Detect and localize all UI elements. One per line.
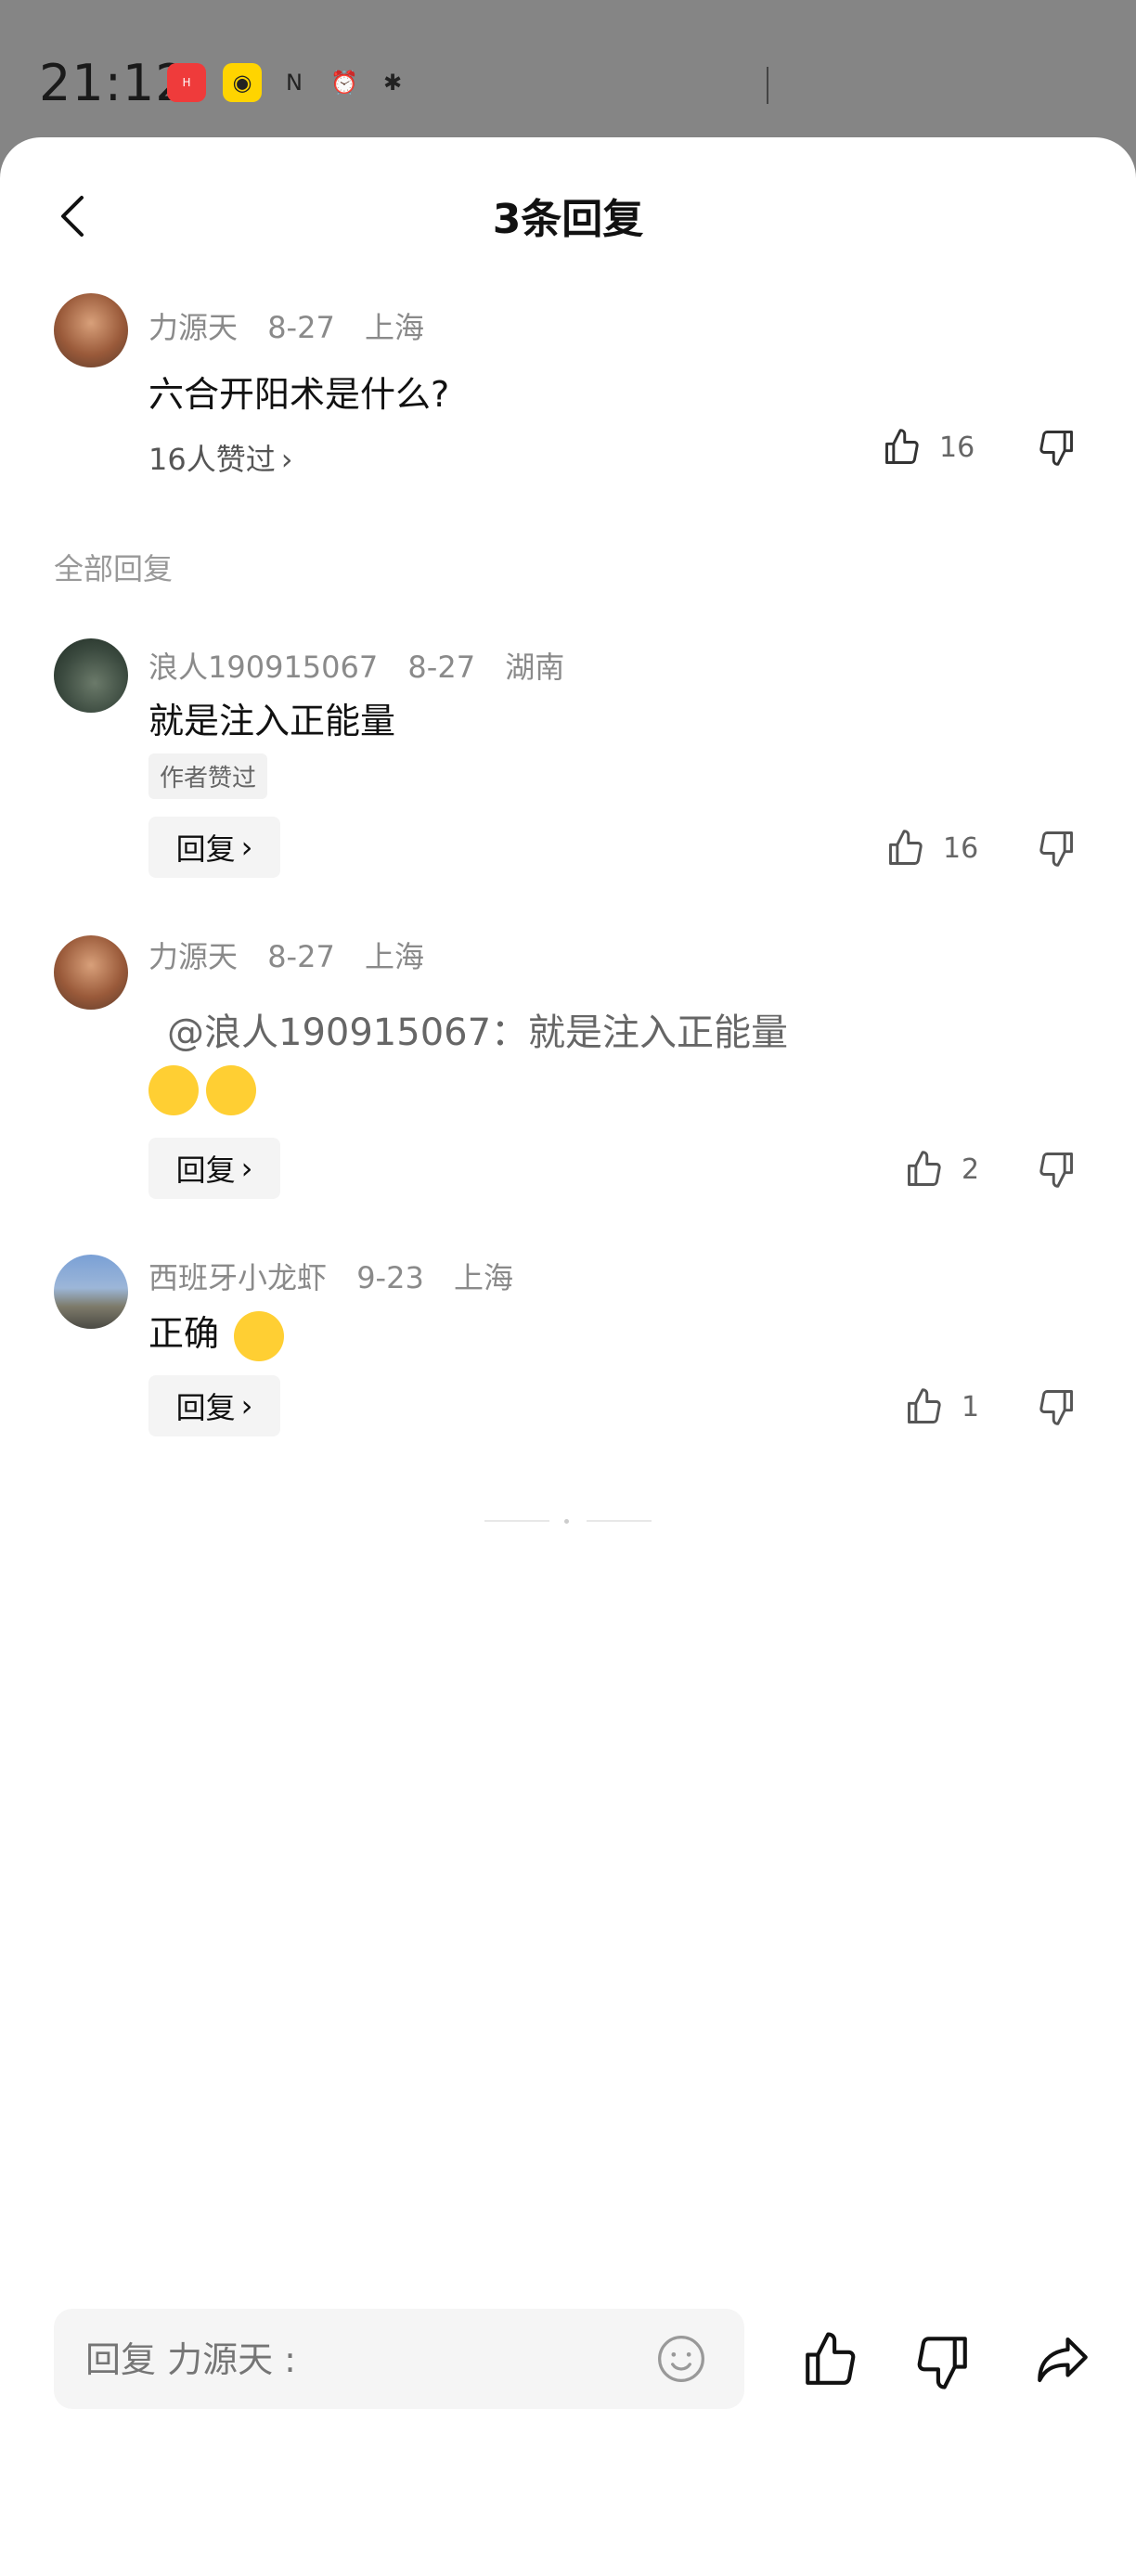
author-name[interactable]: 力源天 bbox=[148, 939, 238, 974]
reply-input-box[interactable] bbox=[54, 2309, 744, 2411]
dislike-post-icon[interactable] bbox=[911, 2331, 973, 2392]
reply-label: 回复 bbox=[175, 1390, 236, 1425]
thumb-up-icon bbox=[908, 1151, 941, 1186]
status-time: 21:12 bbox=[39, 54, 188, 112]
reply-button[interactable]: 回复 › bbox=[148, 817, 280, 878]
like-count: 1 bbox=[962, 1390, 980, 1423]
thumb-up-icon bbox=[908, 1388, 941, 1423]
comment-text: 就是注入正能量 bbox=[148, 701, 396, 741]
weibo-icon: ◉ bbox=[223, 63, 262, 102]
avatar[interactable] bbox=[54, 935, 128, 1010]
like-button[interactable]: 1 bbox=[904, 1386, 979, 1427]
page-title: 3条回复 bbox=[492, 196, 644, 243]
thumb-down-icon[interactable] bbox=[1036, 828, 1077, 869]
comment-text: @浪人190915067：就是注入正能量 bbox=[167, 1011, 789, 1054]
comment-location: 上海 bbox=[364, 939, 424, 974]
end-divider-right bbox=[587, 1520, 652, 1522]
status-bar: 21:12 H ◉ N ⏰ ✱ bbox=[0, 0, 1136, 139]
section-label: 全部回复 bbox=[54, 551, 174, 586]
comment-date: 8-27 bbox=[407, 650, 476, 685]
chevron-right-icon: › bbox=[240, 1388, 253, 1423]
avatar[interactable] bbox=[54, 293, 128, 367]
like-button[interactable]: 16 bbox=[882, 427, 975, 468]
smile-emoji-icon bbox=[234, 1310, 285, 1361]
chevron-right-icon: › bbox=[240, 1151, 253, 1186]
comment-location: 上海 bbox=[364, 310, 424, 345]
status-divider bbox=[767, 67, 768, 104]
comment-date: 9-23 bbox=[356, 1260, 424, 1295]
author-name[interactable]: 浪人190915067 bbox=[148, 650, 378, 685]
author-name[interactable]: 西班牙小龙虾 bbox=[148, 1260, 327, 1295]
like-button[interactable]: 16 bbox=[885, 828, 978, 869]
reply-label: 回复 bbox=[175, 1153, 236, 1188]
like-post-icon[interactable] bbox=[800, 2329, 861, 2390]
reply-button[interactable]: 回复 › bbox=[148, 1138, 280, 1199]
comment-meta: 力源天 8-27 上海 bbox=[148, 934, 445, 976]
like-count: 16 bbox=[939, 431, 975, 464]
thumb-down-icon[interactable] bbox=[1036, 1386, 1077, 1427]
end-divider-left bbox=[484, 1520, 549, 1522]
thumb-up-icon bbox=[885, 429, 919, 464]
like-count: 2 bbox=[962, 1153, 980, 1186]
comment-date: 8-27 bbox=[267, 939, 335, 974]
nfc-icon: N bbox=[286, 70, 303, 96]
chevron-right-icon: › bbox=[240, 830, 253, 865]
reply-input[interactable] bbox=[54, 2309, 644, 2411]
liked-by-link[interactable]: 16人赞过 › bbox=[148, 436, 314, 479]
thumb-down-icon[interactable] bbox=[1036, 427, 1077, 468]
emoji-icon[interactable] bbox=[655, 2333, 707, 2385]
end-divider-dot bbox=[564, 1519, 569, 1524]
huawei-icon: H bbox=[167, 63, 206, 102]
chevron-right-icon: › bbox=[280, 442, 293, 477]
grin-emoji-icon bbox=[148, 1065, 199, 1115]
thumb-down-icon[interactable] bbox=[1036, 1149, 1077, 1190]
like-count: 16 bbox=[943, 831, 979, 865]
thumb-up-icon bbox=[889, 830, 923, 865]
emoji-row bbox=[148, 1065, 264, 1115]
liked-by-text: 16人赞过 bbox=[148, 442, 276, 477]
reply-label: 回复 bbox=[175, 831, 236, 867]
like-button[interactable]: 2 bbox=[904, 1149, 979, 1190]
comment-location: 湖南 bbox=[505, 650, 565, 685]
comment-meta: 浪人190915067 8-27 湖南 bbox=[148, 644, 585, 687]
bluetooth-icon: ✱ bbox=[382, 70, 403, 96]
comment-text: 正确 bbox=[148, 1313, 220, 1354]
reply-button[interactable]: 回复 › bbox=[148, 1375, 280, 1436]
author-liked-badge: 作者赞过 bbox=[148, 753, 268, 799]
author-name[interactable]: 力源天 bbox=[148, 310, 238, 345]
comment-date: 8-27 bbox=[267, 310, 335, 345]
alarm-icon: ⏰ bbox=[330, 70, 358, 96]
comment-meta: 西班牙小龙虾 9-23 上海 bbox=[148, 1255, 534, 1297]
share-icon[interactable] bbox=[1032, 2329, 1093, 2390]
avatar[interactable] bbox=[54, 638, 128, 713]
comment-meta: 力源天 8-27 上海 bbox=[148, 304, 445, 347]
reply-sheet: 3条回复 力源天 8-27 上海 六合开阳术是什么? 16人赞过 › 16 全部回… bbox=[0, 137, 1136, 2576]
comment-location: 上海 bbox=[453, 1260, 513, 1295]
comment-text: 六合开阳术是什么? bbox=[148, 374, 450, 415]
avatar[interactable] bbox=[54, 1255, 128, 1329]
comment-text-row: 正确 bbox=[148, 1305, 291, 1361]
tears-of-joy-emoji-icon bbox=[206, 1065, 256, 1115]
